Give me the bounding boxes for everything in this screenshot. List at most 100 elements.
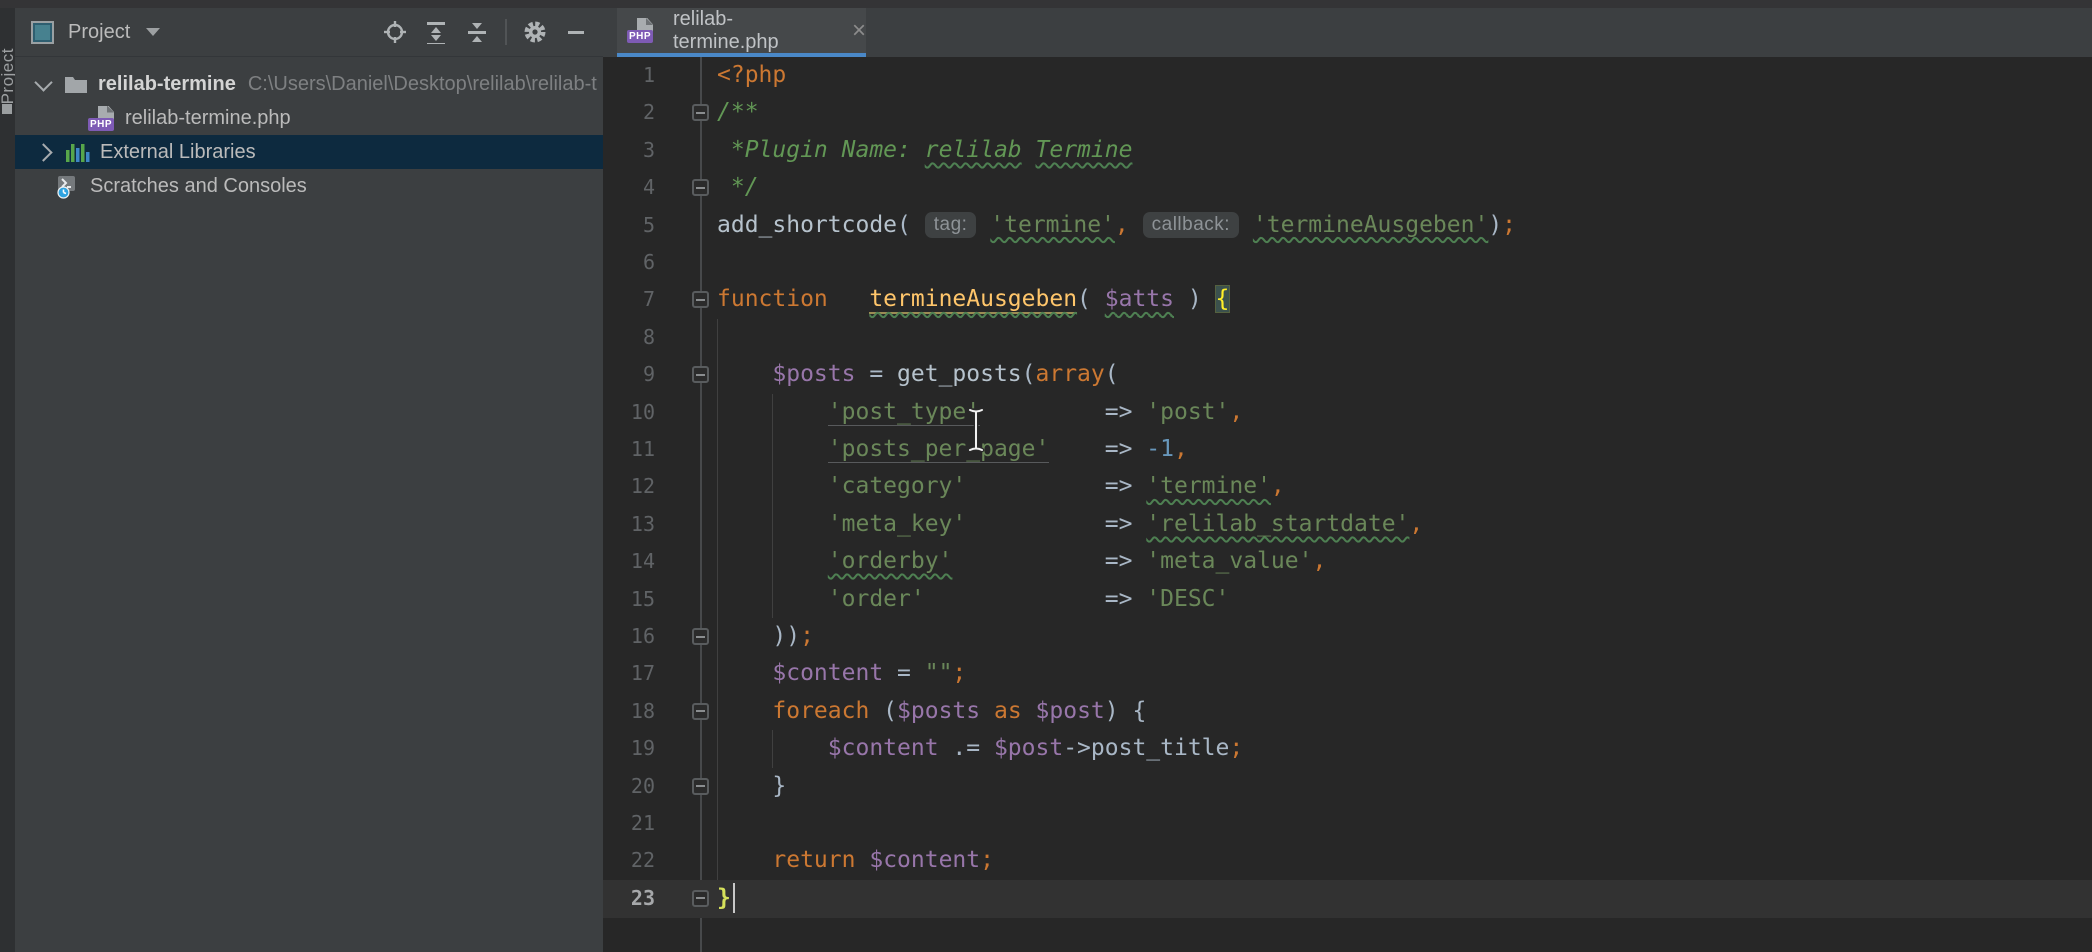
code-line-8[interactable]: 8 (603, 319, 2092, 357)
line-number[interactable]: 22 (603, 842, 655, 879)
tree-item-external-libraries[interactable]: External Libraries (15, 135, 603, 169)
expand-all-button[interactable] (423, 19, 449, 45)
parameter-hint: callback: (1143, 212, 1239, 238)
fold-marker-start[interactable] (692, 703, 709, 720)
code-text: 'orderby' => 'meta_value', (717, 543, 1326, 580)
collapse-all-button[interactable] (464, 19, 490, 45)
code-line-11[interactable]: 11 'posts_per_page' => -1, (603, 431, 2092, 469)
line-number[interactable]: 4 (603, 169, 655, 206)
code-line-7[interactable]: 7 function termineAusgeben( $atts ) { (603, 281, 2092, 319)
code-text: 'order' => 'DESC' (717, 581, 1229, 618)
tree-item-label: External Libraries (100, 141, 256, 164)
code-text: } (717, 880, 731, 917)
code-line-1[interactable]: 1<?php (603, 57, 2092, 95)
fold-marker-end[interactable] (692, 778, 709, 795)
line-number[interactable]: 3 (603, 132, 655, 169)
project-panel-toolbar (382, 8, 589, 56)
hide-panel-button[interactable] (563, 19, 589, 45)
line-number[interactable]: 6 (603, 244, 655, 281)
line-number[interactable]: 7 (603, 281, 655, 318)
fold-marker-end[interactable] (692, 628, 709, 645)
external-libraries-icon (64, 141, 90, 163)
code-text: 'category' => 'termine', (717, 468, 1285, 505)
settings-gear-button[interactable] (522, 19, 548, 45)
tree-item-php-file[interactable]: PHP relilab-termine.php (15, 101, 603, 135)
tab-label: relilab-termine.php (673, 8, 838, 54)
project-panel: Project (15, 8, 604, 952)
fold-marker-start[interactable] (692, 366, 709, 383)
line-number[interactable]: 16 (603, 618, 655, 655)
php-file-icon: PHP (88, 106, 115, 131)
line-number[interactable]: 11 (603, 431, 655, 468)
code-line-23[interactable]: 23} (603, 880, 2092, 918)
line-number[interactable]: 12 (603, 468, 655, 505)
code-text: add_shortcode( tag: 'termine', callback:… (717, 207, 1516, 244)
line-number[interactable]: 8 (603, 319, 655, 356)
chevron-down-icon[interactable] (34, 73, 52, 91)
project-panel-title[interactable]: Project (68, 21, 130, 44)
tree-item-scratches[interactable]: Scratches and Consoles (15, 169, 603, 203)
code-line-14[interactable]: 14 'orderby' => 'meta_value', (603, 543, 2092, 581)
code-line-22[interactable]: 22 return $content; (603, 842, 2092, 880)
code-line-10[interactable]: 10 'post_type' => 'post', (603, 394, 2092, 432)
line-number[interactable]: 17 (603, 655, 655, 692)
code-text: 'meta_key' => 'relilab_startdate', (717, 506, 1423, 543)
line-number[interactable]: 15 (603, 581, 655, 618)
stripe-tool-icon[interactable] (2, 104, 12, 114)
code-line-3[interactable]: 3 *Plugin Name: relilab Termine (603, 132, 2092, 170)
close-tab-icon[interactable]: × (852, 21, 866, 41)
line-number[interactable]: 19 (603, 730, 655, 767)
code-line-18[interactable]: 18 foreach ($posts as $post) { (603, 693, 2092, 731)
mouse-ibeam-cursor (965, 407, 987, 453)
line-number[interactable]: 23 (603, 880, 655, 917)
code-text: return $content; (717, 842, 994, 879)
phpstorm-window: { "stripe": { "label": "Project" }, "sid… (0, 0, 2092, 952)
code-line-15[interactable]: 15 'order' => 'DESC' (603, 581, 2092, 619)
code-line-20[interactable]: 20 } (603, 768, 2092, 806)
line-number[interactable]: 14 (603, 543, 655, 580)
toolbar-separator (505, 19, 507, 45)
code-line-2[interactable]: 2 /** (603, 94, 2092, 132)
line-number[interactable]: 20 (603, 768, 655, 805)
code-text: function termineAusgeben( $atts ) { (717, 281, 1229, 318)
line-number[interactable]: 13 (603, 506, 655, 543)
line-number[interactable]: 9 (603, 356, 655, 393)
chevron-down-icon[interactable] (146, 28, 160, 36)
code-line-19[interactable]: 19 $content .= $post->post_title; (603, 730, 2092, 768)
project-panel-header: Project (15, 8, 603, 57)
code-line-6[interactable]: 6 (603, 244, 2092, 282)
code-line-21[interactable]: 21 (603, 805, 2092, 843)
line-number[interactable]: 10 (603, 394, 655, 431)
line-number[interactable]: 2 (603, 94, 655, 131)
code-line-5[interactable]: 5 add_shortcode( tag: 'termine', callback… (603, 207, 2092, 245)
code-line-17[interactable]: 17 $content = ""; (603, 655, 2092, 693)
code-editor[interactable]: 1<?php2/**3 *Plugin Name: relilab Termin… (603, 57, 2092, 952)
line-number[interactable]: 21 (603, 805, 655, 842)
code-text: )); (717, 618, 814, 655)
code-line-9[interactable]: 9 $posts = get_posts(array( (603, 356, 2092, 394)
chevron-right-icon[interactable] (34, 143, 52, 161)
code-text: $content = ""; (717, 655, 966, 692)
fold-marker-end[interactable] (692, 890, 709, 907)
code-text: $posts = get_posts(array( (717, 356, 1119, 393)
code-text: *Plugin Name: relilab Termine (717, 132, 1132, 169)
line-number[interactable]: 18 (603, 693, 655, 730)
locate-file-button[interactable] (382, 19, 408, 45)
fold-marker-start[interactable] (692, 291, 709, 308)
tree-item-label: relilab-termine.php (125, 107, 291, 130)
tool-window-stripe: Project (0, 8, 15, 952)
code-line-4[interactable]: 4 */ (603, 169, 2092, 207)
code-text: /** (717, 94, 759, 131)
fold-marker-end[interactable] (692, 179, 709, 196)
project-tool-window-icon (31, 21, 54, 44)
folder-icon (64, 74, 88, 94)
tab-relilab-termine-php[interactable]: PHP relilab-termine.php × (617, 8, 866, 53)
line-number[interactable]: 1 (603, 57, 655, 94)
tree-item-project-root[interactable]: relilab-termine C:\Users\Daniel\Desktop\… (15, 67, 603, 101)
code-line-13[interactable]: 13 'meta_key' => 'relilab_startdate', (603, 506, 2092, 544)
line-number[interactable]: 5 (603, 207, 655, 244)
fold-marker-start[interactable] (692, 104, 709, 121)
code-line-12[interactable]: 12 'category' => 'termine', (603, 468, 2092, 506)
code-text: 'posts_per_page' => -1, (717, 431, 1188, 468)
code-line-16[interactable]: 16 )); (603, 618, 2092, 656)
